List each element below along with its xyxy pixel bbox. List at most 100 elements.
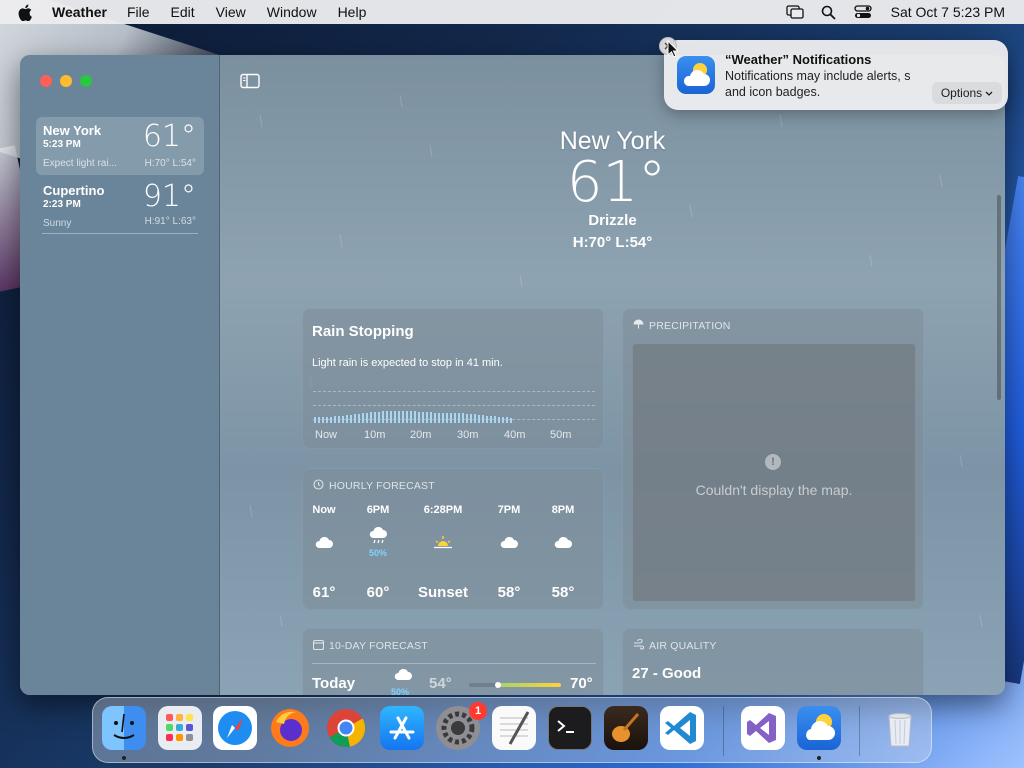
menu-view[interactable]: View: [216, 4, 246, 20]
hourly-time: 6:28PM: [423, 504, 463, 516]
notification-body: Notifications may include alerts, s and …: [725, 68, 930, 100]
visual-studio-icon[interactable]: [741, 706, 785, 750]
location-card-new-york[interactable]: New York 5:23 PM 61° Expect light rai...…: [36, 117, 204, 175]
zoom-window-button[interactable]: [80, 75, 92, 87]
notification-options-button[interactable]: Options: [932, 82, 1002, 104]
menu-file[interactable]: File: [127, 4, 150, 20]
rain-chart: [313, 391, 595, 425]
menu-help[interactable]: Help: [338, 4, 367, 20]
air-quality-card: AIR QUALITY 27 - Good: [622, 628, 924, 695]
precipitation-map[interactable]: ! Couldn't display the map.: [632, 343, 916, 602]
calendar-icon: [312, 639, 325, 653]
rain-card-description: Light rain is expected to stop in 41 min…: [312, 357, 503, 369]
control-center-icon[interactable]: [853, 4, 873, 20]
ten-day-title: 10-DAY FORECAST: [329, 640, 428, 652]
hourly-temp: 58°: [551, 584, 575, 601]
weather-app-icon: [677, 56, 715, 94]
hourly-time: 8PM: [551, 504, 575, 516]
air-quality-title: AIR QUALITY: [649, 640, 717, 652]
vscode-icon[interactable]: [660, 706, 704, 750]
finder-icon[interactable]: [102, 706, 146, 750]
terminal-icon[interactable]: [548, 706, 592, 750]
minimize-window-button[interactable]: [60, 75, 72, 87]
hourly-temp: 61°: [312, 584, 336, 601]
weather-icon[interactable]: [797, 706, 841, 750]
app-store-icon[interactable]: [380, 706, 424, 750]
location-temp: 61°: [142, 119, 196, 154]
map-error-message: Couldn't display the map.: [695, 482, 853, 498]
launchpad-icon[interactable]: [158, 706, 202, 750]
menu-bar-clock[interactable]: Sat Oct 7 5:23 PM: [891, 4, 1005, 20]
apple-menu-icon[interactable]: [18, 4, 38, 21]
cloud-icon: [499, 535, 519, 554]
hourly-time: 7PM: [497, 504, 521, 516]
cloud-rain-icon: [393, 667, 413, 686]
location-high-low: H:70° L:54°: [144, 158, 196, 169]
hourly-time: 6PM: [366, 504, 390, 516]
clock-icon: [313, 479, 324, 493]
rain-axis-label: 50m: [550, 429, 572, 441]
location-temp: 91°: [142, 179, 196, 214]
precipitation-card: PRECIPITATION ! Couldn't display the map…: [622, 308, 924, 610]
options-label: Options: [940, 86, 983, 100]
rain-stopping-card: Rain Stopping Light rain is expected to …: [302, 308, 604, 449]
rain-chart-axis: Now 10m 20m 30m 40m 50m: [313, 429, 595, 443]
hourly-precip: 50%: [368, 548, 387, 558]
locations-sidebar: New York 5:23 PM 61° Expect light rai...…: [20, 55, 220, 695]
precipitation-header: PRECIPITATION: [633, 319, 731, 333]
chevron-down-icon: [985, 86, 993, 100]
weather-window: New York 5:23 PM 61° Expect light rai...…: [20, 55, 1005, 695]
cloud-icon: [314, 535, 334, 554]
location-card-cupertino[interactable]: Cupertino 2:23 PM 91° Sunny H:91° L:63°: [36, 177, 204, 233]
hourly-forecast-card: HOURLY FORECAST Now 61° 6PM 50% 60° 6:28…: [302, 468, 604, 610]
mouse-cursor-icon: [667, 39, 680, 63]
firefox-icon[interactable]: [268, 706, 312, 750]
rain-intensity-bars: [314, 411, 512, 423]
chrome-icon[interactable]: [324, 706, 368, 750]
precipitation-title: PRECIPITATION: [649, 320, 731, 332]
current-high-low: H:70° L:54°: [572, 234, 653, 251]
dock-separator: [859, 706, 860, 756]
rain-axis-label: 40m: [504, 429, 526, 441]
ten-day-high: 70°: [570, 675, 593, 692]
current-condition: Drizzle: [588, 212, 637, 229]
current-conditions: New York 61° Drizzle H:70° L:54°: [220, 127, 1005, 251]
textedit-icon[interactable]: [492, 706, 536, 750]
sidebar-divider: [42, 233, 198, 234]
cloud-icon: [553, 535, 573, 554]
spotlight-search-icon[interactable]: [819, 4, 839, 20]
scrollbar[interactable]: [997, 195, 1001, 400]
notification-banner[interactable]: “Weather” Notifications Notifications ma…: [664, 40, 1008, 110]
notification-line: Notifications may include alerts, s: [725, 69, 911, 83]
garageband-icon[interactable]: [604, 706, 648, 750]
ten-day-precip: 50%: [391, 687, 410, 695]
umbrella-icon: [633, 319, 644, 333]
rain-axis-label: 10m: [364, 429, 386, 441]
dock: 1: [92, 697, 932, 763]
trash-icon[interactable]: [878, 706, 922, 750]
notification-line: and icon badges.: [725, 85, 821, 99]
sidebar-toggle-icon[interactable]: [240, 73, 260, 89]
hourly-forecast-title: HOURLY FORECAST: [329, 480, 435, 492]
location-high-low: H:91° L:63°: [144, 216, 196, 227]
hourly-temp: 58°: [497, 584, 521, 601]
air-quality-value: 27 - Good: [632, 665, 702, 682]
temp-range-bar: [469, 682, 561, 688]
hourly-temp: 60°: [366, 584, 390, 601]
safari-icon[interactable]: [213, 706, 257, 750]
rain-axis-label: Now: [315, 429, 338, 441]
current-temp: 61°: [566, 150, 667, 215]
ten-day-low: 54°: [429, 675, 452, 692]
wind-icon: [633, 638, 645, 653]
menu-app-name[interactable]: Weather: [52, 4, 107, 20]
exclamation-icon: !: [765, 454, 781, 470]
menu-edit[interactable]: Edit: [171, 4, 195, 20]
running-indicator: [122, 756, 126, 760]
rain-axis-label: 30m: [457, 429, 479, 441]
hourly-forecast-header: HOURLY FORECAST: [313, 479, 435, 493]
menu-window[interactable]: Window: [267, 4, 317, 20]
screen-mirroring-icon[interactable]: [785, 4, 805, 20]
close-window-button[interactable]: [40, 75, 52, 87]
hourly-temp: Sunset: [418, 584, 469, 601]
ten-day-forecast-card: 10-DAY FORECAST Today 50% 54° 70°: [302, 628, 604, 695]
